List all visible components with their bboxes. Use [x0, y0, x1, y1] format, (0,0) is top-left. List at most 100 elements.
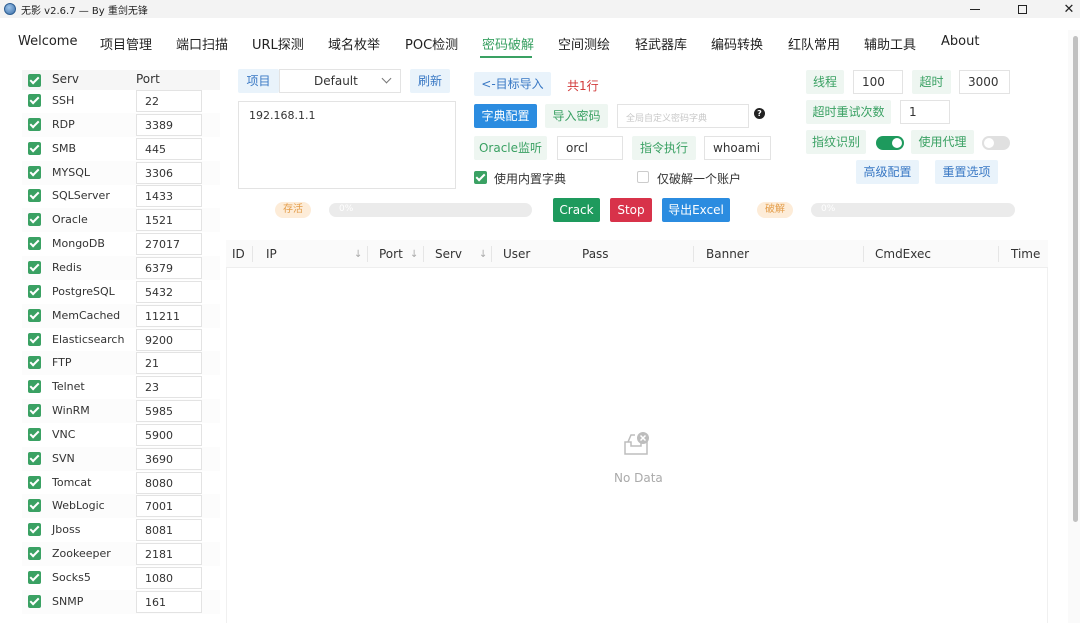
- service-checkbox[interactable]: [28, 189, 41, 203]
- reset-options-button[interactable]: 重置选项: [935, 160, 998, 184]
- service-port-input[interactable]: 1080: [136, 567, 202, 589]
- service-port-input[interactable]: 8081: [136, 519, 202, 542]
- stop-button[interactable]: Stop: [610, 198, 652, 222]
- service-checkbox[interactable]: [28, 117, 41, 131]
- crack-button[interactable]: Crack: [553, 198, 600, 222]
- service-checkbox[interactable]: [28, 308, 41, 322]
- col-port[interactable]: Port: [379, 247, 403, 261]
- service-list-header: Serv Port: [22, 70, 220, 90]
- tab-url-probe[interactable]: URL探测: [252, 34, 304, 53]
- service-port-input[interactable]: 445: [136, 137, 202, 160]
- service-checkbox[interactable]: [28, 213, 41, 227]
- select-all-checkbox[interactable]: [28, 74, 41, 87]
- service-checkbox[interactable]: [28, 356, 41, 370]
- cmd-input[interactable]: whoami: [704, 136, 771, 160]
- service-port-input[interactable]: 22: [136, 90, 202, 112]
- crack-one-label: 仅破解一个账户: [657, 172, 742, 186]
- close-button[interactable]: ✕: [1046, 0, 1080, 18]
- service-port-input[interactable]: 21: [136, 352, 202, 375]
- service-checkbox[interactable]: [28, 594, 41, 608]
- oracle-listen-button[interactable]: Oracle监听: [474, 136, 547, 160]
- col-cmdexec[interactable]: CmdExec: [875, 247, 931, 261]
- minimize-button[interactable]: [952, 0, 998, 18]
- service-port-input[interactable]: 11211: [136, 304, 202, 327]
- fingerprint-toggle[interactable]: [876, 136, 904, 150]
- help-icon[interactable]: ?: [754, 108, 765, 119]
- service-port-input[interactable]: 1521: [136, 209, 202, 232]
- service-port-input[interactable]: 9200: [136, 328, 202, 351]
- custom-dict-input[interactable]: 全局自定义密码字典: [617, 104, 749, 128]
- service-port-input[interactable]: 3690: [136, 447, 202, 470]
- col-time[interactable]: Time: [1011, 247, 1040, 261]
- tab-domain-enum[interactable]: 域名枚举: [328, 34, 380, 53]
- sort-icon[interactable]: ↓: [354, 249, 362, 260]
- refresh-button[interactable]: 刷新: [410, 69, 450, 93]
- service-checkbox[interactable]: [28, 427, 41, 441]
- service-port-input[interactable]: 3389: [136, 113, 202, 136]
- import-password-button[interactable]: 导入密码: [545, 104, 608, 128]
- import-targets-button[interactable]: <-目标导入: [474, 72, 551, 96]
- service-checkbox[interactable]: [28, 523, 41, 537]
- col-ip[interactable]: IP: [266, 247, 277, 261]
- service-port-input[interactable]: 23: [136, 376, 202, 399]
- export-excel-button[interactable]: 导出Excel: [662, 198, 730, 222]
- service-checkbox[interactable]: [28, 332, 41, 346]
- tab-redteam[interactable]: 红队常用: [788, 34, 840, 53]
- targets-textarea[interactable]: 192.168.1.1: [238, 101, 456, 189]
- service-port-input[interactable]: 27017: [136, 233, 202, 256]
- col-banner[interactable]: Banner: [706, 247, 749, 261]
- service-checkbox[interactable]: [28, 165, 41, 179]
- tab-light-weapons[interactable]: 轻武器库: [635, 34, 687, 53]
- service-checkbox[interactable]: [28, 547, 41, 561]
- tab-welcome[interactable]: Welcome: [18, 34, 77, 49]
- service-checkbox[interactable]: [28, 451, 41, 465]
- service-port-input[interactable]: 8080: [136, 471, 202, 494]
- retry-input[interactable]: 1: [900, 100, 950, 124]
- dict-config-button[interactable]: 字典配置: [474, 104, 537, 128]
- service-port-input[interactable]: 1433: [136, 185, 202, 208]
- maximize-button[interactable]: [999, 0, 1045, 18]
- service-port-input[interactable]: 6379: [136, 256, 202, 279]
- service-port-input[interactable]: 5432: [136, 280, 202, 303]
- tab-poc-check[interactable]: POC检测: [405, 34, 458, 53]
- cmd-exec-button[interactable]: 指令执行: [632, 136, 696, 160]
- sort-icon[interactable]: ↓: [479, 249, 487, 260]
- proxy-toggle[interactable]: [982, 136, 1010, 150]
- tab-encoding[interactable]: 编码转换: [711, 34, 763, 53]
- tab-password-crack[interactable]: 密码破解: [482, 34, 534, 53]
- service-port-input[interactable]: 5900: [136, 423, 202, 446]
- builtin-dict-checkbox[interactable]: [474, 171, 487, 184]
- col-pass[interactable]: Pass: [582, 247, 609, 261]
- tab-about[interactable]: About: [941, 34, 979, 49]
- oracle-sid-input[interactable]: orcl: [557, 136, 623, 160]
- service-port-input[interactable]: 7001: [136, 495, 202, 518]
- service-checkbox[interactable]: [28, 237, 41, 251]
- service-port-input[interactable]: 3306: [136, 161, 202, 184]
- service-port-input[interactable]: 2181: [136, 543, 202, 566]
- tab-port-scan[interactable]: 端口扫描: [176, 34, 228, 53]
- service-port-input[interactable]: 161: [136, 590, 202, 613]
- service-checkbox[interactable]: [28, 260, 41, 274]
- col-serv[interactable]: Serv: [435, 247, 462, 261]
- tab-space-mapping[interactable]: 空间测绘: [558, 34, 610, 53]
- service-checkbox[interactable]: [28, 499, 41, 513]
- crack-one-checkbox[interactable]: [637, 171, 649, 183]
- project-select[interactable]: Default: [279, 69, 401, 93]
- service-checkbox[interactable]: [28, 94, 41, 107]
- col-id[interactable]: ID: [232, 247, 245, 261]
- sort-icon[interactable]: ↓: [410, 249, 418, 260]
- tab-project-management[interactable]: 项目管理: [100, 34, 152, 53]
- service-checkbox[interactable]: [28, 404, 41, 418]
- service-port-input[interactable]: 5985: [136, 400, 202, 423]
- service-checkbox[interactable]: [28, 284, 41, 298]
- service-checkbox[interactable]: [28, 380, 41, 394]
- page-scrollbar-thumb[interactable]: [1073, 36, 1078, 522]
- service-checkbox[interactable]: [28, 141, 41, 155]
- service-checkbox[interactable]: [28, 475, 41, 489]
- col-user[interactable]: User: [503, 247, 530, 261]
- advanced-config-button[interactable]: 高级配置: [856, 160, 919, 184]
- tab-aux-tools[interactable]: 辅助工具: [864, 34, 916, 53]
- timeout-input[interactable]: 3000: [959, 70, 1010, 94]
- service-checkbox[interactable]: [28, 571, 41, 584]
- threads-input[interactable]: 100: [853, 70, 903, 94]
